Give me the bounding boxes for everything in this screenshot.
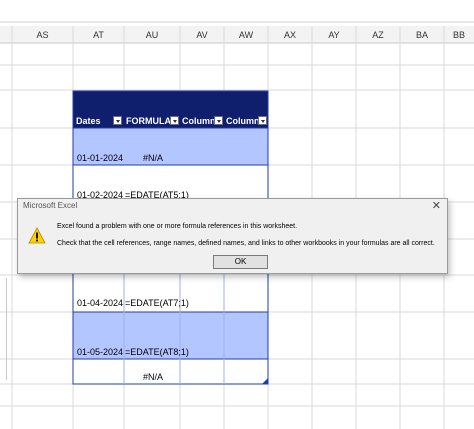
dialog-message-primary: Excel found a problem with one or more f… [57, 223, 298, 230]
dialog-title: Microsoft Excel [23, 201, 78, 210]
filter-dropdown-column-1-icon[interactable] [214, 116, 223, 125]
dialog-message-secondary: Check that the cell references, range na… [57, 240, 435, 247]
error-dialog: Microsoft Excel ✕ Excel found a problem … [17, 198, 448, 274]
cell-date-row4[interactable]: 01-05-2024 [77, 347, 123, 357]
table-header-column-1: Column [182, 116, 216, 126]
table-header-formula: FORMULA [126, 116, 171, 126]
filter-dropdown-formula-icon[interactable] [170, 116, 179, 125]
filter-dropdown-column-2-icon[interactable] [258, 116, 267, 125]
column-header-aw[interactable]: AW [224, 28, 268, 42]
cell-formula-row1[interactable]: #N/A [143, 153, 163, 163]
cell-formula-row4[interactable]: =EDATE(AT8;1) [125, 347, 189, 357]
column-header-as[interactable]: AS [12, 28, 73, 42]
close-icon[interactable]: ✕ [432, 199, 441, 212]
left-panel-edge [0, 278, 7, 380]
column-header-bb[interactable]: BB [444, 28, 474, 42]
table-band-row-5 [73, 359, 268, 384]
cell-date-row1[interactable]: 01-01-2024 [77, 153, 123, 163]
table-header-dates: Dates [76, 116, 101, 126]
cell-formula-row5[interactable]: #N/A [143, 372, 163, 382]
column-header-ax[interactable]: AX [268, 28, 312, 42]
column-header-ay[interactable]: AY [312, 28, 356, 42]
table-header-column-2: Column [226, 116, 260, 126]
ok-button[interactable]: OK [213, 255, 268, 269]
column-header-az[interactable]: AZ [356, 28, 400, 42]
column-header-au[interactable]: AU [124, 28, 180, 42]
warning-icon [28, 227, 46, 244]
cell-date-row3[interactable]: 01-04-2024 [77, 298, 123, 308]
column-header-at[interactable]: AT [73, 28, 124, 42]
column-header-ba[interactable]: BA [400, 28, 444, 42]
column-header-av[interactable]: AV [180, 28, 224, 42]
filter-dropdown-dates-icon[interactable] [113, 116, 122, 125]
cell-formula-row3[interactable]: =EDATE(AT7;1) [125, 298, 189, 308]
